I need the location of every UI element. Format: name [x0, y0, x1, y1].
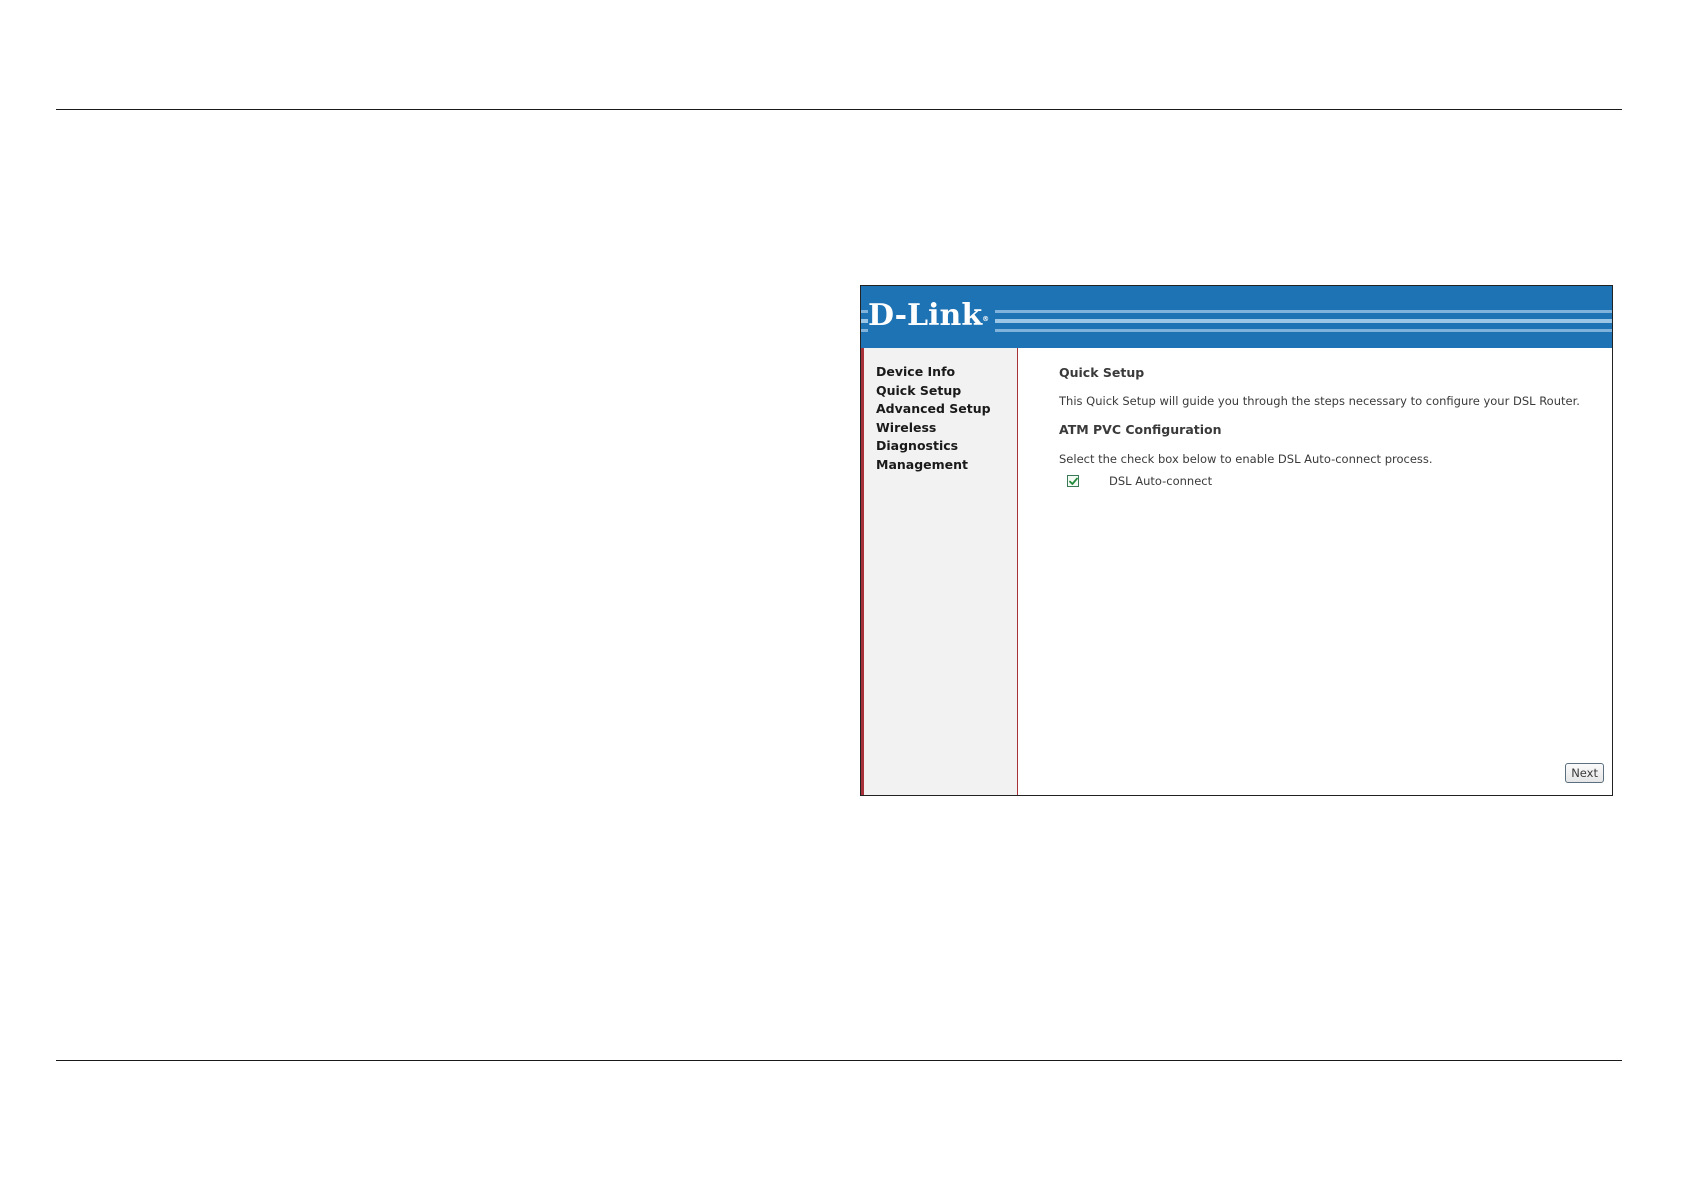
- page-top-rule: [56, 109, 1622, 110]
- sidebar-item-diagnostics[interactable]: Diagnostics: [876, 437, 1017, 456]
- router-ui-screenshot: D-Link® Device Info Quick Setup Advanced…: [860, 285, 1613, 796]
- sidebar-item-device-info[interactable]: Device Info: [876, 363, 1017, 382]
- next-button[interactable]: Next: [1565, 763, 1604, 783]
- sidebar-item-management[interactable]: Management: [876, 456, 1017, 475]
- sidebar-nav: Device Info Quick Setup Advanced Setup W…: [861, 348, 1018, 795]
- sidebar-item-quick-setup[interactable]: Quick Setup: [876, 382, 1017, 401]
- main-content: Quick Setup This Quick Setup will guide …: [1018, 348, 1612, 795]
- section-heading: ATM PVC Configuration: [1059, 422, 1222, 437]
- page-title: Quick Setup: [1059, 365, 1145, 380]
- checkmark-icon: [1069, 477, 1078, 485]
- auto-connect-row: DSL Auto-connect: [1067, 474, 1212, 488]
- dlink-logo: D-Link®: [868, 298, 996, 333]
- logo-text: D-Link: [868, 298, 983, 333]
- dsl-auto-connect-checkbox[interactable]: [1067, 475, 1079, 487]
- registered-mark: ®: [982, 315, 990, 323]
- header-banner: D-Link®: [861, 286, 1612, 348]
- intro-text: This Quick Setup will guide you through …: [1059, 394, 1580, 408]
- dsl-auto-connect-label: DSL Auto-connect: [1109, 474, 1213, 488]
- page-bottom-rule: [56, 1060, 1622, 1061]
- sidebar-item-wireless[interactable]: Wireless: [876, 419, 1017, 438]
- instruction-text: Select the check box below to enable DSL…: [1059, 452, 1433, 466]
- sidebar-item-advanced-setup[interactable]: Advanced Setup: [876, 400, 1017, 419]
